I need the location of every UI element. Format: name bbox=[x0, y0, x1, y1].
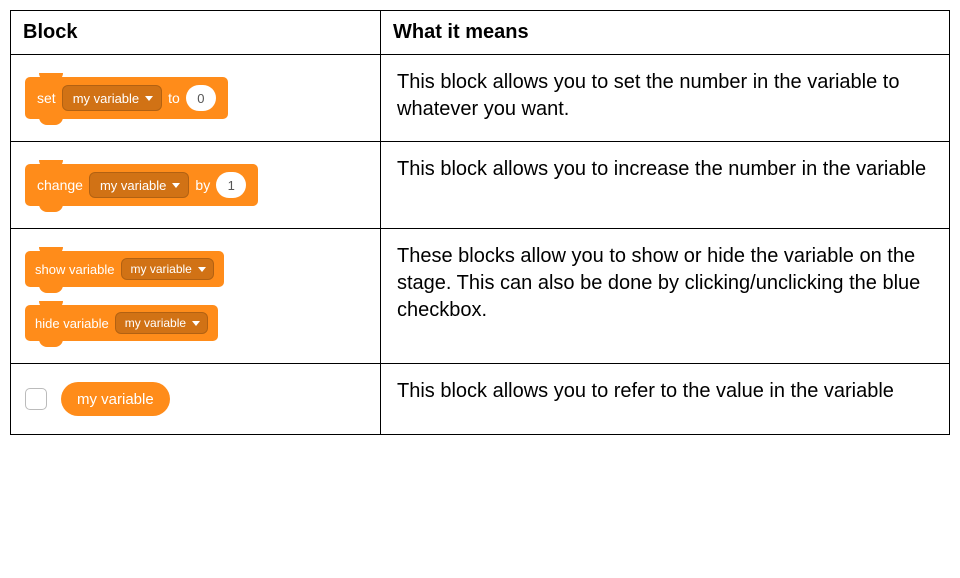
dropdown-label: my variable bbox=[125, 316, 186, 330]
chevron-down-icon bbox=[198, 267, 206, 272]
block-text-to: to bbox=[168, 90, 180, 106]
variable-reporter-block[interactable]: my variable bbox=[61, 382, 170, 416]
variable-dropdown[interactable]: my variable bbox=[62, 85, 162, 111]
block-cell-reporter: my variable bbox=[11, 364, 381, 435]
variable-blocks-table: Block What it means set my variable to 0… bbox=[10, 10, 950, 435]
chevron-down-icon bbox=[192, 321, 200, 326]
desc-showhide: These blocks allow you to show or hide t… bbox=[381, 229, 950, 364]
block-cell-set: set my variable to 0 bbox=[11, 55, 381, 142]
variable-dropdown[interactable]: my variable bbox=[115, 312, 208, 334]
show-variable-block[interactable]: show variable my variable bbox=[25, 251, 224, 287]
block-text-show: show variable bbox=[35, 262, 115, 277]
dropdown-label: my variable bbox=[131, 262, 192, 276]
dropdown-label: my variable bbox=[73, 91, 139, 106]
table-row: set my variable to 0 This block allows y… bbox=[11, 55, 950, 142]
chevron-down-icon bbox=[145, 96, 153, 101]
desc-set: This block allows you to set the number … bbox=[381, 55, 950, 142]
table-row: my variable This block allows you to ref… bbox=[11, 364, 950, 435]
header-meaning: What it means bbox=[381, 11, 950, 55]
change-variable-block[interactable]: change my variable by 1 bbox=[25, 164, 258, 206]
table-row: change my variable by 1 This block allow… bbox=[11, 142, 950, 229]
dropdown-label: my variable bbox=[100, 178, 166, 193]
block-text-change: change bbox=[37, 177, 83, 193]
block-text-hide: hide variable bbox=[35, 316, 109, 331]
table-row: show variable my variable hide variable … bbox=[11, 229, 950, 364]
block-text-set: set bbox=[37, 90, 56, 106]
block-text-by: by bbox=[195, 177, 210, 193]
desc-change: This block allows you to increase the nu… bbox=[381, 142, 950, 229]
header-block: Block bbox=[11, 11, 381, 55]
stage-visibility-checkbox[interactable] bbox=[25, 388, 47, 410]
set-variable-block[interactable]: set my variable to 0 bbox=[25, 77, 228, 119]
block-cell-change: change my variable by 1 bbox=[11, 142, 381, 229]
desc-reporter: This block allows you to refer to the va… bbox=[381, 364, 950, 435]
number-input[interactable]: 0 bbox=[186, 85, 216, 111]
hide-variable-block[interactable]: hide variable my variable bbox=[25, 305, 218, 341]
number-input[interactable]: 1 bbox=[216, 172, 246, 198]
block-cell-showhide: show variable my variable hide variable … bbox=[11, 229, 381, 364]
chevron-down-icon bbox=[172, 183, 180, 188]
variable-dropdown[interactable]: my variable bbox=[89, 172, 189, 198]
variable-dropdown[interactable]: my variable bbox=[121, 258, 214, 280]
table-header-row: Block What it means bbox=[11, 11, 950, 55]
